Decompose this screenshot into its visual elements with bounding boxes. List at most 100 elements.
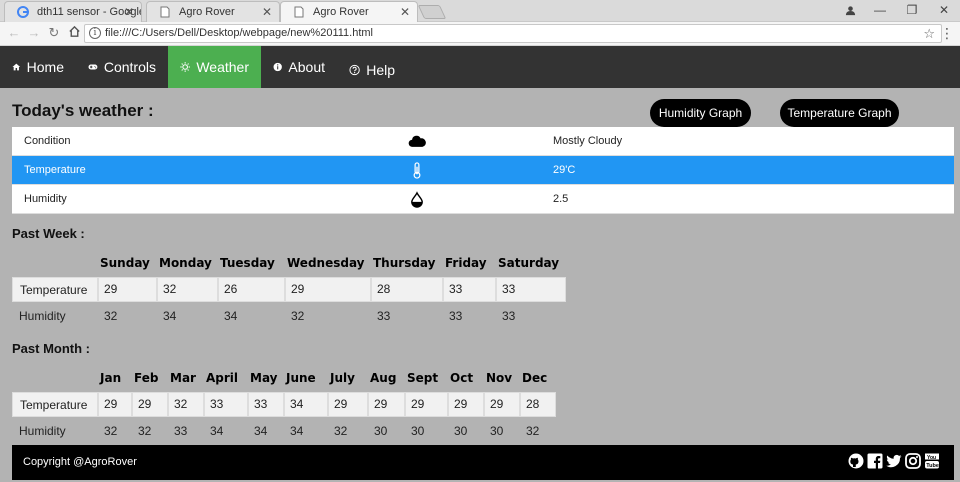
page-title: Today's weather : <box>12 101 154 120</box>
browser-tab-title: Agro Rover <box>179 6 235 18</box>
temperature-cell: 26 <box>218 277 285 302</box>
youtube-icon[interactable]: You Tube <box>924 453 940 469</box>
humidity-cell: 33 <box>449 309 463 323</box>
svg-text:Tube: Tube <box>926 463 939 469</box>
column-header: Thursday <box>373 256 436 270</box>
water-drop-icon <box>411 191 423 208</box>
home-browser-icon[interactable] <box>66 25 82 41</box>
bookmark-star-icon[interactable]: ☆ <box>923 25 935 42</box>
humidity-row-label: Humidity <box>19 424 66 438</box>
column-header: July <box>330 371 355 385</box>
close-icon[interactable]: ✕ <box>262 2 272 22</box>
column-header: Dec <box>522 371 548 385</box>
column-header: Monday <box>159 256 212 270</box>
column-header: Sept <box>407 371 439 385</box>
minimize-icon[interactable]: — <box>864 0 896 22</box>
temperature-cell: 29 <box>368 392 405 417</box>
nav-item-home[interactable]: Home <box>0 46 76 88</box>
site-info-icon[interactable]: i <box>89 27 101 39</box>
browser-tab-google[interactable]: dth11 sensor - Google 搜 ✕ <box>4 1 142 22</box>
temperature-cell: 29 <box>98 392 132 417</box>
restore-icon[interactable]: ❐ <box>896 0 928 22</box>
twitter-icon[interactable] <box>886 453 902 469</box>
humidity-cell: 32 <box>291 309 305 323</box>
condition-value: Mostly Cloudy <box>553 135 623 147</box>
humidity-cell: 34 <box>290 424 304 438</box>
close-icon[interactable]: ✕ <box>400 2 410 22</box>
svg-text:You: You <box>927 455 936 461</box>
column-header: Aug <box>370 371 397 385</box>
gamepad-icon <box>88 64 98 70</box>
cloud-icon <box>408 135 426 147</box>
browser-tab-agro-2[interactable]: Agro Rover ✕ <box>280 1 418 22</box>
user-icon[interactable] <box>836 0 864 22</box>
thermometer-icon <box>413 162 421 179</box>
nav-item-weather[interactable]: Weather <box>168 46 261 88</box>
temperature-cell: 29 <box>132 392 168 417</box>
back-icon[interactable]: ← <box>6 25 22 41</box>
table-row: Humidity 2.5 <box>12 185 954 214</box>
humidity-cell: 30 <box>411 424 425 438</box>
humidity-cell: 32 <box>104 424 118 438</box>
column-header: April <box>206 371 239 385</box>
humidity-cell: 32 <box>138 424 152 438</box>
column-header: Tuesday <box>220 256 275 270</box>
temperature-cell: 33 <box>443 277 496 302</box>
temperature-graph-button[interactable]: Temperature Graph <box>780 99 899 127</box>
close-window-icon[interactable]: ✕ <box>928 0 960 22</box>
temperature-cell: 28 <box>371 277 443 302</box>
temperature-value: 29'C <box>553 164 576 176</box>
footer: Copyright @AgroRover You Tube <box>12 445 954 480</box>
column-header: Oct <box>450 371 474 385</box>
temperature-cell: 33 <box>248 392 284 417</box>
temperature-cell: 34 <box>284 392 328 417</box>
today-weather-table: Condition Mostly Cloudy Temperature 29'C… <box>12 127 954 214</box>
reload-icon[interactable]: ↻ <box>46 25 62 41</box>
browser-tab-title: Agro Rover <box>313 6 369 18</box>
sun-icon <box>180 62 191 72</box>
humidity-cell: 32 <box>334 424 348 438</box>
humidity-cell: 34 <box>210 424 224 438</box>
forward-icon[interactable]: → <box>26 25 42 41</box>
browser-tab-agro-1[interactable]: Agro Rover ✕ <box>146 1 280 22</box>
temperature-cell: 29 <box>98 277 157 302</box>
column-header: June <box>286 371 316 385</box>
nav-item-help[interactable]: Help <box>337 49 407 91</box>
nav-item-label: Home <box>26 59 64 75</box>
humidity-label: Humidity <box>24 193 67 205</box>
temperature-cell: 29 <box>448 392 484 417</box>
github-icon[interactable] <box>848 453 864 469</box>
close-icon[interactable]: ✕ <box>124 2 134 22</box>
url-text: file:///C:/Users/Dell/Desktop/webpage/ne… <box>105 27 373 39</box>
nav-item-about[interactable]: About <box>261 46 337 88</box>
temperature-cell: 28 <box>520 392 556 417</box>
humidity-cell: 30 <box>374 424 388 438</box>
instagram-icon[interactable] <box>905 453 921 469</box>
temperature-row-label: Temperature <box>12 277 98 302</box>
column-header: Nov <box>486 371 513 385</box>
url-field[interactable]: i file:///C:/Users/Dell/Desktop/webpage/… <box>84 24 942 43</box>
facebook-icon[interactable] <box>867 453 883 469</box>
humidity-cell: 32 <box>526 424 540 438</box>
column-header: May <box>250 371 278 385</box>
temperature-cell: 33 <box>204 392 248 417</box>
humidity-cell: 32 <box>104 309 118 323</box>
temperature-cell: 29 <box>328 392 368 417</box>
temperature-cell: 29 <box>405 392 448 417</box>
nav-item-label: Controls <box>103 59 156 75</box>
new-tab-button[interactable] <box>417 5 447 19</box>
column-header: Mar <box>170 371 196 385</box>
column-header: Wednesday <box>287 256 365 270</box>
site-navbar: Home Controls Weather About Help <box>0 46 960 88</box>
browser-menu-icon[interactable]: ⋮ <box>940 26 954 40</box>
nav-item-label: Weather <box>196 59 249 75</box>
column-header: Sunday <box>100 256 150 270</box>
temperature-cell: 32 <box>168 392 204 417</box>
humidity-graph-button[interactable]: Humidity Graph <box>650 99 751 127</box>
copyright-text: Copyright @AgroRover <box>23 456 137 468</box>
humidity-cell: 33 <box>377 309 391 323</box>
nav-item-controls[interactable]: Controls <box>76 46 168 88</box>
humidity-cell: 33 <box>502 309 516 323</box>
humidity-cell: 30 <box>454 424 468 438</box>
humidity-row-label: Humidity <box>19 309 66 323</box>
